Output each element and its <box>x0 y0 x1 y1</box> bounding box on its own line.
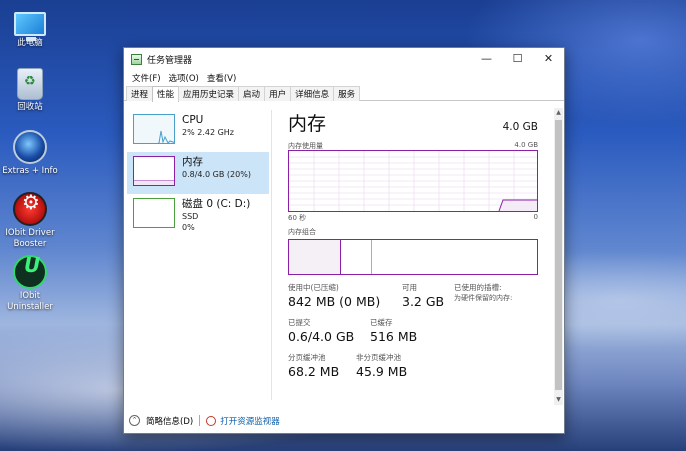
sidebar-item-disk[interactable]: 磁盘 0 (C: D:) SSD 0% <box>127 194 269 236</box>
graph-time-left: 60 秒 <box>288 214 307 222</box>
title-bar[interactable]: 任务管理器 — ☐ ✕ <box>124 48 564 70</box>
sidebar-item-title: 磁盘 0 (C: D:) <box>182 198 251 210</box>
sidebar-item-subtitle-2: 0% <box>182 223 195 232</box>
memory-composition-bar <box>288 239 538 275</box>
tab-startup[interactable]: 启动 <box>238 86 266 101</box>
stat-available: 可用 3.2 GB <box>402 283 444 310</box>
stat-committed: 已提交 0.6/4.0 GB <box>288 318 354 345</box>
panel-divider[interactable] <box>271 110 272 400</box>
vertical-scrollbar[interactable]: ▲ ▼ <box>554 108 563 405</box>
minimize-button[interactable]: — <box>471 48 502 70</box>
stat-label: 非分页缓冲池 <box>356 353 401 362</box>
desktop-icon-label: Extras + Info <box>2 166 58 176</box>
footer-bar: ⌃ 简略信息(D) 打开资源监视器 <box>124 408 564 433</box>
tab-details[interactable]: 详细信息 <box>290 86 335 101</box>
tab-bar: 进程 性能 应用历史记录 启动 用户 详细信息 服务 <box>124 86 564 102</box>
stat-label: 已提交 <box>288 318 311 327</box>
sidebar-item-title: 内存 <box>182 156 203 168</box>
recycle-bin-icon <box>17 68 43 100</box>
computer-icon <box>14 12 46 41</box>
stat-paged-pool: 分页缓冲池 68.2 MB <box>288 353 339 380</box>
stat-label: 可用 <box>402 283 417 292</box>
window-title: 任务管理器 <box>147 55 193 66</box>
sidebar-item-memory[interactable]: 内存 0.8/4.0 GB (20%) <box>127 152 269 194</box>
stat-in-use: 使用中(已压缩) 842 MB (0 MB) <box>288 283 380 310</box>
task-manager-window: 任务管理器 — ☐ ✕ 文件(F) 选项(O) 查看(V) 进程 性能 应用历史… <box>123 47 565 434</box>
menu-view[interactable]: 查看(V) <box>203 70 240 85</box>
tab-performance[interactable]: 性能 <box>152 86 180 102</box>
desktop-icon-this-pc[interactable]: 此电脑 <box>2 6 58 49</box>
desktop-icon-extras-info[interactable]: Extras + Info <box>2 130 58 177</box>
sidebar-item-cpu[interactable]: CPU 2% 2.42 GHz <box>127 110 269 152</box>
composition-in-use <box>289 240 341 274</box>
stat-label: 分页缓冲池 <box>288 353 326 362</box>
stat-value: 842 MB (0 MB) <box>288 294 381 309</box>
desktop-icon-driver-booster[interactable]: IObit Driver Booster <box>2 192 58 250</box>
stat-value: 0.6/4.0 GB <box>288 329 355 344</box>
desktop-icon-iobit-uninstaller[interactable]: IObit Uninstaller <box>2 255 58 313</box>
scroll-up-icon[interactable]: ▲ <box>554 108 563 118</box>
chevron-up-icon[interactable]: ⌃ <box>129 415 140 426</box>
desktop-icon-recycle-bin[interactable]: 回收站 <box>2 68 58 113</box>
desktop-icon-label: IObit Driver Booster <box>5 228 55 249</box>
menu-options[interactable]: 选项(O) <box>165 70 203 85</box>
sidebar-item-subtitle: 0.8/4.0 GB (20%) <box>182 170 251 179</box>
cpu-thumbnail-graph <box>133 114 175 144</box>
tab-users[interactable]: 用户 <box>264 86 292 101</box>
resource-monitor-icon[interactable] <box>206 415 217 426</box>
open-resource-monitor-link[interactable]: 打开资源监视器 <box>220 415 280 427</box>
driver-booster-icon <box>13 192 47 226</box>
sidebar-item-title: CPU <box>182 114 204 126</box>
stat-hardware-reserved: 已使用的插槽: 为硬件保留的内存: <box>454 283 512 303</box>
tab-processes[interactable]: 进程 <box>126 86 154 101</box>
scroll-down-icon[interactable]: ▼ <box>554 395 563 405</box>
stat-label: 已缓存 <box>370 318 393 327</box>
tab-services[interactable]: 服务 <box>333 86 361 101</box>
tab-app-history[interactable]: 应用历史记录 <box>178 86 240 101</box>
stat-nonpaged-pool: 非分页缓冲池 45.9 MB <box>356 353 407 380</box>
stat-value: 45.9 MB <box>356 364 408 379</box>
sidebar-item-subtitle: 2% 2.42 GHz <box>182 128 235 137</box>
desktop-icon-label: IObit Uninstaller <box>7 291 53 312</box>
maximize-button[interactable]: ☐ <box>502 48 533 70</box>
composition-label: 内存组合 <box>288 228 316 236</box>
disk-thumbnail-graph <box>133 198 175 228</box>
memory-detail-panel: 内存 4.0 GB 内存使用量 4.0 GB 60 秒 0 内存组合 使用中(已… <box>284 106 544 406</box>
stat-label: 已使用的插槽: <box>454 283 502 292</box>
usage-graph-max: 4.0 GB <box>514 141 538 149</box>
page-title: 内存 <box>288 113 327 135</box>
footer-separator <box>199 415 201 426</box>
performance-sidebar: CPU 2% 2.42 GHz 内存 0.8/4.0 GB (20%) 磁盘 0… <box>127 108 269 408</box>
memory-thumbnail-graph <box>133 156 175 186</box>
composition-modified <box>341 240 372 274</box>
stat-value: 3.2 GB <box>402 294 445 309</box>
stat-value: 68.2 MB <box>288 364 340 379</box>
sidebar-item-subtitle: SSD <box>182 212 199 221</box>
memory-usage-graph <box>288 150 538 212</box>
scrollbar-thumb[interactable] <box>555 120 562 390</box>
close-button[interactable]: ✕ <box>533 48 564 70</box>
fewer-details-button[interactable]: 简略信息(D) <box>146 415 193 427</box>
task-manager-icon <box>131 53 142 65</box>
stat-cached: 已缓存 516 MB <box>370 318 417 345</box>
memory-total: 4.0 GB <box>502 121 538 133</box>
menu-file[interactable]: 文件(F) <box>128 70 165 85</box>
iobit-uninstaller-icon <box>13 255 47 289</box>
menu-bar: 文件(F) 选项(O) 查看(V) <box>124 70 240 85</box>
extras-info-icon <box>13 130 47 164</box>
desktop-icon-label: 回收站 <box>17 102 43 112</box>
stat-value: 516 MB <box>370 329 418 344</box>
stat-label: 使用中(已压缩) <box>288 283 339 292</box>
graph-time-right: 0 <box>533 213 538 221</box>
stat-label-2: 为硬件保留的内存: <box>454 294 513 302</box>
